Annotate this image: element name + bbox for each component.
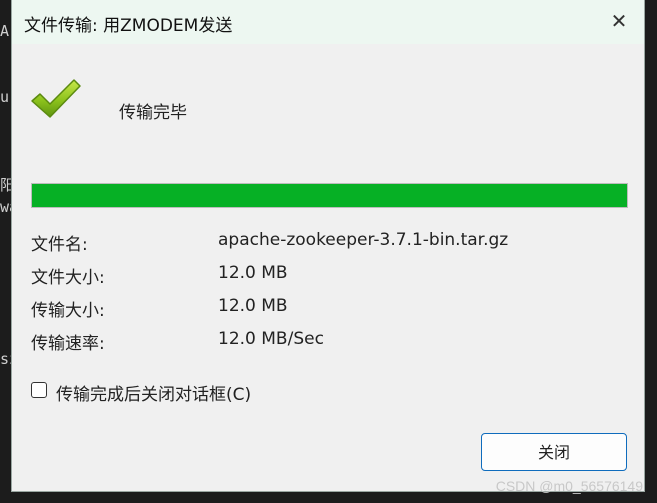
transfer-status: 传输完毕 <box>119 103 187 123</box>
file-size-label: 文件大小: <box>31 268 105 288</box>
progress-bar <box>31 183 628 208</box>
transferred-size-label: 传输大小: <box>31 301 105 321</box>
file-size-value: 12.0 MB <box>218 263 288 283</box>
progress-fill <box>32 184 627 207</box>
info-row-filename: 文件名: apache-zookeeper-3.7.1-bin.tar.gz <box>31 230 631 255</box>
watermark: CSDN @m0_56576149 <box>495 478 643 494</box>
dialog-title: 文件传输: 用ZMODEM发送 <box>24 16 233 36</box>
info-row-transferred-size: 传输大小: 12.0 MB <box>31 296 631 321</box>
info-row-file-size: 文件大小: 12.0 MB <box>31 263 631 288</box>
transfer-rate-value: 12.0 MB/Sec <box>218 329 324 349</box>
transfer-rate-label: 传输速率: <box>31 334 105 354</box>
filename-value: apache-zookeeper-3.7.1-bin.tar.gz <box>218 230 509 250</box>
title-bar[interactable]: 文件传输: 用ZMODEM发送 ✕ <box>12 0 644 44</box>
transferred-size-value: 12.0 MB <box>218 296 288 316</box>
file-transfer-dialog: 文件传输: 用ZMODEM发送 ✕ 传输完毕 文件名: apache-zooke… <box>11 0 645 492</box>
info-row-transfer-rate: 传输速率: 12.0 MB/Sec <box>31 329 631 354</box>
close-icon[interactable]: ✕ <box>604 6 634 36</box>
checkmark-icon <box>31 79 81 118</box>
filename-label: 文件名: <box>31 235 88 255</box>
close-button[interactable]: 关闭 <box>481 433 627 471</box>
auto-close-checkbox[interactable] <box>31 382 47 398</box>
auto-close-checkbox-label[interactable]: 传输完成后关闭对话框(C) <box>56 380 251 405</box>
